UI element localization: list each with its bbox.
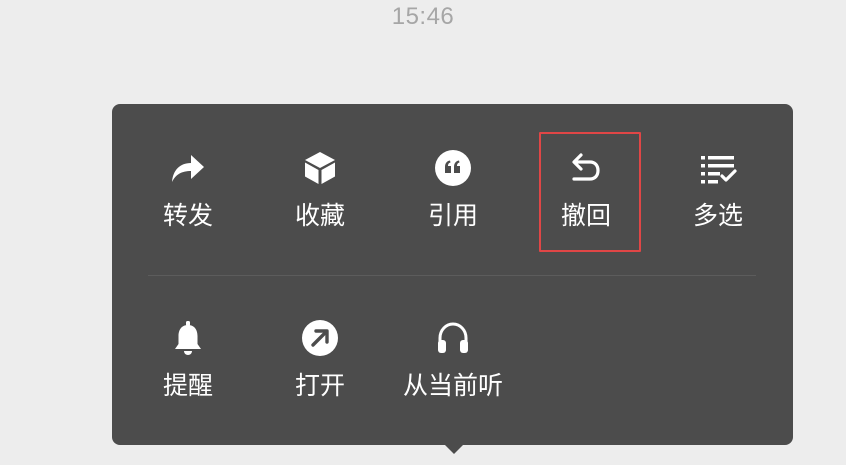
- highlight-box: [539, 132, 641, 252]
- menu-item-quote[interactable]: 引用: [388, 148, 518, 258]
- multi-select-list-icon: [698, 148, 738, 188]
- menu-item-listen-from-here[interactable]: 从当前听: [388, 318, 518, 428]
- open-external-arrow-icon: [300, 318, 340, 358]
- cube-favorite-icon: [300, 148, 340, 188]
- menu-item-open[interactable]: 打开: [255, 318, 385, 428]
- status-time: 15:46: [391, 3, 455, 30]
- menu-item-forward[interactable]: 转发: [123, 148, 253, 258]
- menu-item-label: 多选: [692, 201, 743, 230]
- menu-item-label: 从当前听: [402, 371, 503, 400]
- headphones-icon: [433, 318, 473, 358]
- menu-item-remind[interactable]: 提醒: [123, 318, 253, 428]
- menu-pointer-arrow: [440, 440, 468, 454]
- menu-item-favorite[interactable]: 收藏: [255, 148, 385, 258]
- forward-arrow-icon: [168, 148, 208, 188]
- bell-icon: [168, 318, 208, 358]
- menu-divider: [148, 275, 756, 276]
- quote-icon: [433, 148, 473, 188]
- menu-item-multiselect[interactable]: 多选: [653, 148, 783, 258]
